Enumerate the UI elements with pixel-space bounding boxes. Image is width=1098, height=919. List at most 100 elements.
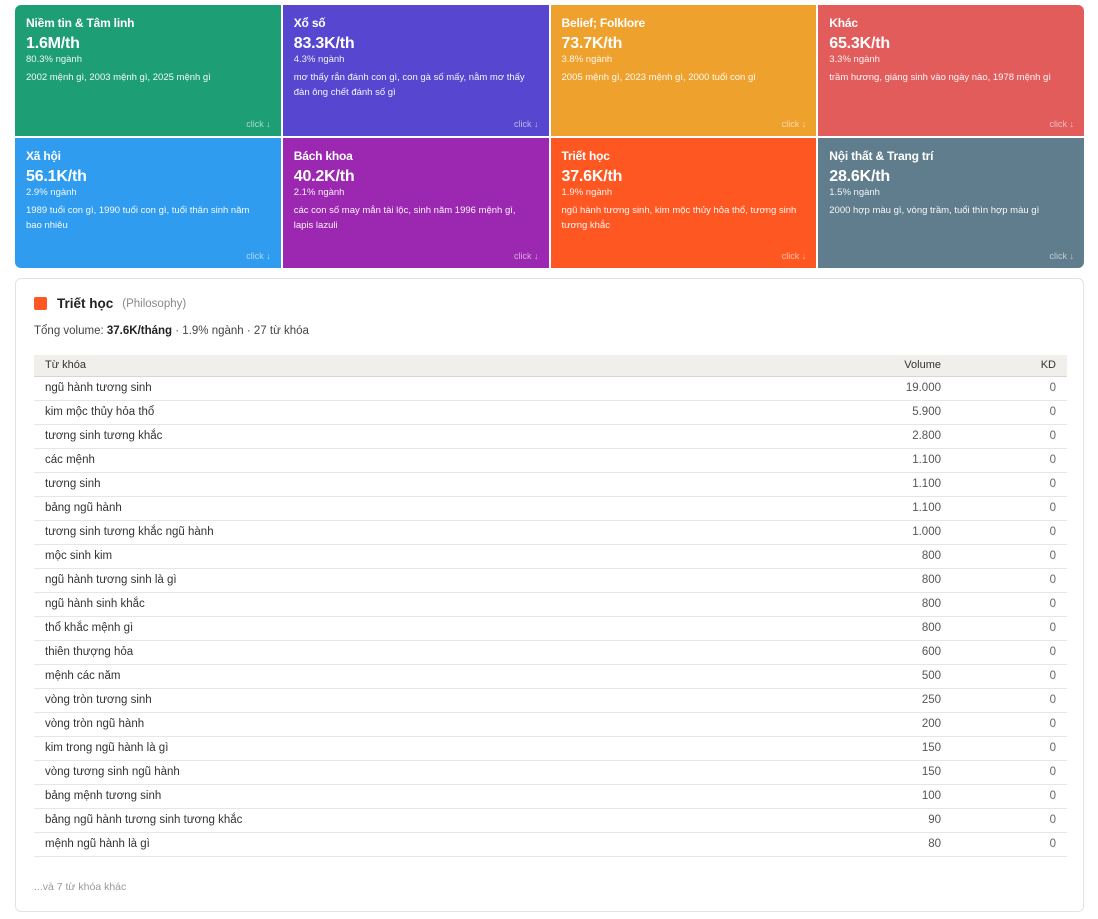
category-tile[interactable]: Xã hội 56.1K/th 2.9% ngành 1989 tuổi con gì… bbox=[15, 137, 281, 268]
kd-cell: 0 bbox=[952, 640, 1067, 665]
category-detail-panel: Triết học (Philosophy) Tổng volume: 37.6… bbox=[15, 278, 1084, 912]
table-row: vòng tròn ngũ hành 200 0 bbox=[34, 712, 1067, 737]
category-treemap: Niềm tin & Tâm linh 1.6M/th 80.3% ngành 200… bbox=[15, 5, 1084, 268]
summary-label: Tổng volume: bbox=[34, 325, 104, 337]
volume-cell: 1.100 bbox=[832, 496, 952, 521]
table-row: mệnh ngũ hành là gì 80 0 bbox=[34, 832, 1067, 857]
kd-cell: 0 bbox=[952, 472, 1067, 497]
volume-cell: 100 bbox=[832, 784, 952, 809]
tile-keywords: 2002 mệnh gì, 2003 mệnh gì, 2025 mệnh gì bbox=[26, 72, 211, 83]
kd-cell: 0 bbox=[952, 592, 1067, 617]
tile-share: 2.1% ngành bbox=[293, 186, 345, 198]
category-color-swatch bbox=[34, 297, 47, 310]
keyword-cell: bảng mệnh tương sinh bbox=[34, 784, 832, 809]
keyword-cell: vòng tròn tương sinh bbox=[34, 688, 832, 713]
tile-click-hint: click ↓ bbox=[1049, 118, 1075, 129]
tile-click-hint: click ↓ bbox=[246, 251, 271, 261]
tile-name: Belief; Folklore bbox=[561, 16, 646, 30]
keyword-cell: vòng tròn ngũ hành bbox=[34, 712, 832, 737]
keyword-cell: mệnh ngũ hành là gì bbox=[34, 832, 832, 857]
category-tile[interactable]: Nội thất & Trang trí 28.6K/th 1.5% ngành 20… bbox=[818, 137, 1084, 268]
table-row: thiên thượng hỏa 600 0 bbox=[34, 640, 1067, 665]
volume-cell: 500 bbox=[832, 664, 952, 689]
kd-cell: 0 bbox=[952, 736, 1067, 761]
kd-cell: 0 bbox=[952, 376, 1067, 401]
category-tile[interactable]: Bách khoa 40.2K/th 2.1% ngành các con số ma… bbox=[282, 137, 549, 268]
tile-name: Triết học bbox=[561, 148, 610, 163]
keyword-cell: các mệnh bbox=[34, 448, 832, 473]
panel-subtitle: (Philosophy) bbox=[122, 297, 187, 310]
tile-name: Nội thất & Trang trí bbox=[829, 148, 934, 163]
category-tile[interactable]: Xổ số 83.3K/th 4.3% ngành mơ thấy rắn đánh … bbox=[282, 5, 549, 136]
kd-cell: 0 bbox=[952, 664, 1067, 689]
keyword-cell: tương sinh tương khắc ngũ hành bbox=[34, 520, 832, 545]
tile-share: 1.9% ngành bbox=[561, 186, 613, 198]
tile-keywords: các con số may mắn tài lộc, sinh năm 199… bbox=[293, 204, 516, 231]
table-row: vòng tròn tương sinh 250 0 bbox=[34, 688, 1067, 713]
table-row: ngũ hành tương sinh là gì 800 0 bbox=[34, 568, 1067, 593]
kd-cell: 0 bbox=[952, 760, 1067, 785]
tile-volume: 73.7K/th bbox=[561, 35, 623, 52]
keyword-table-body: ngũ hành tương sinh 19.000 0 kim mộc thủy h… bbox=[34, 376, 1067, 857]
keyword-table: Từ khóa Volume KD ngũ hành tương sinh 19.… bbox=[34, 355, 1067, 857]
tile-volume: 28.6K/th bbox=[829, 167, 890, 185]
category-tile[interactable]: Khác 65.3K/th 3.3% ngành trầm hương, giáng … bbox=[818, 5, 1084, 136]
category-tile[interactable]: Triết học 37.6K/th 1.9% ngành ngũ hành tươn… bbox=[550, 137, 817, 268]
category-tile[interactable]: Niềm tin & Tâm linh 1.6M/th 80.3% ngành 200… bbox=[15, 5, 281, 136]
table-row: ngũ hành sinh khắc 800 0 bbox=[34, 592, 1067, 617]
tile-keywords: 2000 hợp màu gì, vòng trầm, tuổi thìn hợ… bbox=[829, 204, 1040, 216]
tile-click-hint: click ↓ bbox=[514, 118, 539, 129]
volume-cell: 800 bbox=[832, 616, 952, 641]
kd-cell: 0 bbox=[952, 808, 1067, 833]
volume-cell: 600 bbox=[832, 640, 952, 665]
kd-cell: 0 bbox=[952, 616, 1067, 641]
keyword-cell: mệnh các năm bbox=[34, 664, 832, 689]
tile-click-hint: click ↓ bbox=[781, 118, 807, 129]
tile-name: Bách khoa bbox=[293, 148, 353, 163]
column-header-kd[interactable]: KD bbox=[952, 355, 1067, 377]
tile-click-hint: click ↓ bbox=[781, 251, 807, 261]
kd-cell: 0 bbox=[952, 712, 1067, 737]
volume-cell: 5.900 bbox=[832, 400, 952, 425]
kd-cell: 0 bbox=[952, 520, 1067, 545]
tile-click-hint: click ↓ bbox=[1049, 251, 1075, 261]
column-header-volume[interactable]: Volume bbox=[832, 355, 952, 377]
table-row: mộc sinh kim 800 0 bbox=[34, 544, 1067, 569]
volume-cell: 1.000 bbox=[832, 520, 952, 545]
tile-click-hint: click ↓ bbox=[246, 118, 271, 129]
kd-cell: 0 bbox=[952, 424, 1067, 449]
tile-volume: 40.2K/th bbox=[293, 167, 355, 185]
summary-volume: 37.6K/tháng bbox=[106, 325, 173, 337]
table-row: các mệnh 1.100 0 bbox=[34, 448, 1067, 473]
keyword-cell: ngũ hành tương sinh bbox=[34, 376, 832, 401]
keyword-cell: ngũ hành tương sinh là gì bbox=[34, 568, 832, 593]
tile-volume: 1.6M/th bbox=[26, 35, 80, 52]
keyword-cell: mộc sinh kim bbox=[34, 544, 832, 569]
volume-cell: 1.100 bbox=[832, 448, 952, 473]
volume-cell: 200 bbox=[832, 712, 952, 737]
table-row: bảng ngũ hành 1.100 0 bbox=[34, 496, 1067, 521]
tile-keywords: mơ thấy rắn đánh con gì, con gà số mấy, … bbox=[293, 72, 525, 98]
kd-cell: 0 bbox=[952, 448, 1067, 473]
volume-cell: 800 bbox=[832, 592, 952, 617]
category-tile[interactable]: Belief; Folklore 73.7K/th 3.8% ngành 2005 m… bbox=[550, 5, 817, 136]
tile-keywords: 2005 mệnh gì, 2023 mệnh gì, 2000 tuổi co… bbox=[561, 72, 756, 83]
tile-share: 3.3% ngành bbox=[829, 54, 880, 65]
table-row: vòng tương sinh ngũ hành 150 0 bbox=[34, 760, 1067, 785]
volume-cell: 19.000 bbox=[832, 376, 952, 401]
tile-share: 4.3% ngành bbox=[293, 54, 345, 65]
volume-summary: Tổng volume: 37.6K/tháng · 1.9% ngành · … bbox=[34, 325, 309, 337]
kd-cell: 0 bbox=[952, 544, 1067, 569]
tile-click-hint: click ↓ bbox=[514, 251, 539, 261]
volume-cell: 150 bbox=[832, 760, 952, 785]
table-row: tương sinh tương khắc 2.800 0 bbox=[34, 424, 1067, 449]
table-row: kim mộc thủy hỏa thổ 5.900 0 bbox=[34, 400, 1067, 425]
tile-volume: 83.3K/th bbox=[293, 35, 355, 52]
column-header-keyword[interactable]: Từ khóa bbox=[34, 355, 832, 377]
volume-cell: 90 bbox=[832, 808, 952, 833]
tile-keywords: ngũ hành tương sinh, kim mộc thủy hỏa th… bbox=[561, 204, 797, 231]
tile-name: Xã hội bbox=[26, 148, 61, 163]
keyword-cell: tương sinh bbox=[34, 472, 832, 497]
kd-cell: 0 bbox=[952, 784, 1067, 809]
table-row: bảng mệnh tương sinh 100 0 bbox=[34, 784, 1067, 809]
